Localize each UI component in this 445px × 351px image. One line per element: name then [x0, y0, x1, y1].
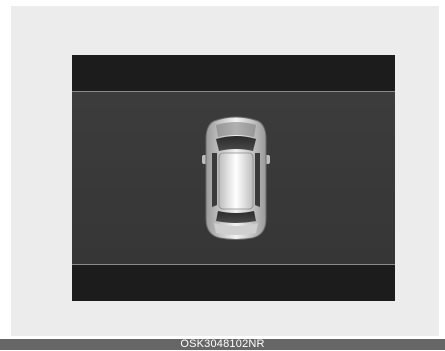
bottom-dark-band — [72, 265, 395, 301]
car-top-view-icon — [202, 116, 270, 240]
figure-caption-bar: OSK3048102NR — [0, 338, 445, 350]
figure-code-label: OSK3048102NR — [180, 338, 265, 350]
image-frame — [11, 6, 439, 336]
top-dark-band — [72, 55, 395, 91]
parking-display-screen — [72, 55, 395, 301]
